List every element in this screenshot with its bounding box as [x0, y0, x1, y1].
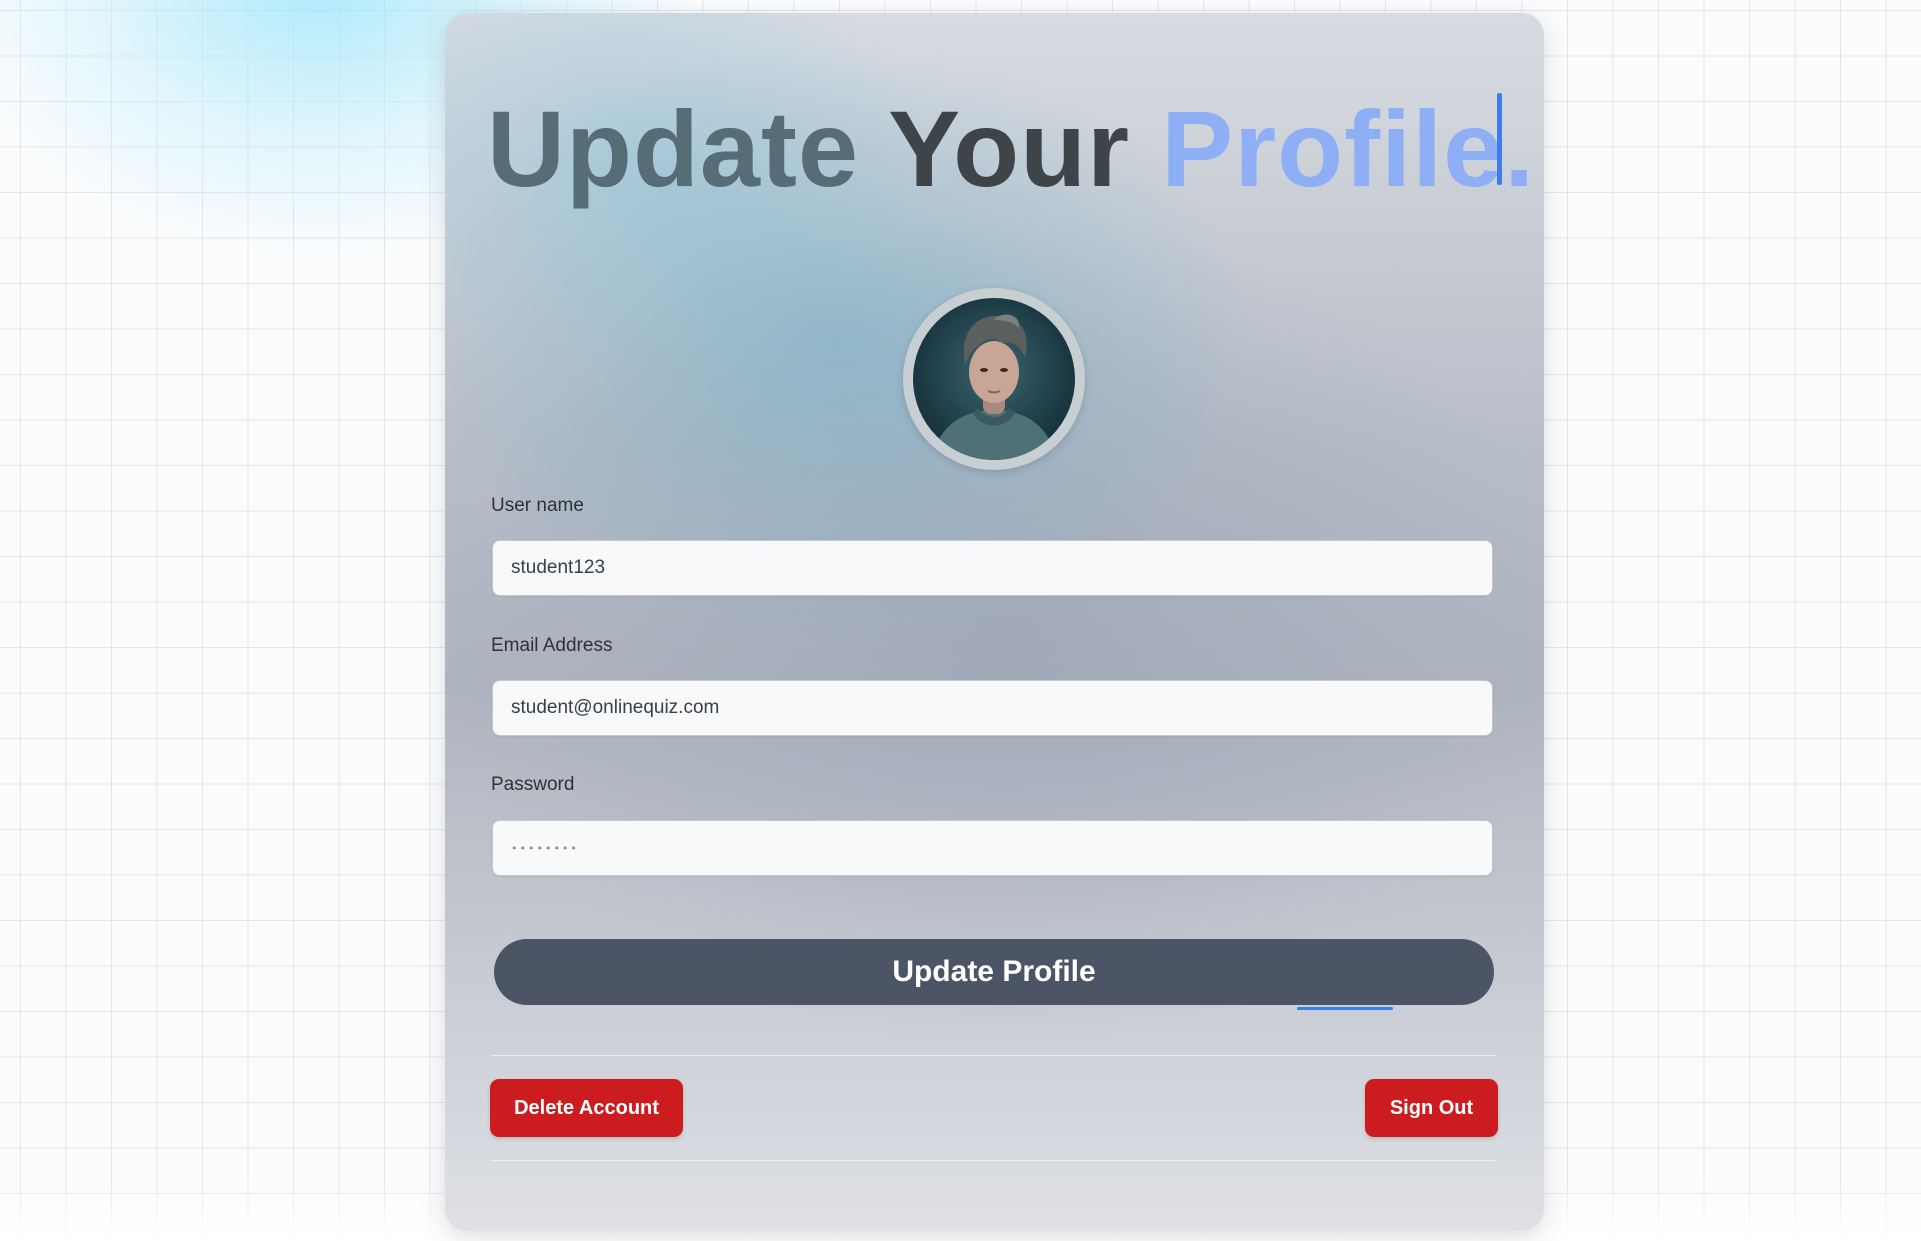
- username-input[interactable]: [492, 540, 1493, 596]
- password-label: Password: [491, 774, 575, 795]
- profile-card: Update Your Profile. User name student12…: [445, 13, 1544, 1231]
- divider-bottom: [491, 1160, 1495, 1161]
- typing-caret: [1497, 93, 1502, 185]
- title-word-update: Update: [487, 88, 860, 209]
- update-profile-button[interactable]: Update Profile: [494, 939, 1494, 1005]
- avatar-image: [913, 298, 1075, 460]
- email-label: Email Address: [491, 635, 613, 656]
- title-word-profile: Profile.: [1161, 88, 1536, 209]
- sign-out-button[interactable]: Sign Out: [1365, 1079, 1498, 1137]
- delete-account-button[interactable]: Delete Account: [490, 1079, 683, 1137]
- divider-top: [491, 1055, 1495, 1056]
- user-avatar-icon: [931, 314, 1057, 460]
- avatar[interactable]: [903, 288, 1085, 470]
- username-label: User name: [491, 495, 584, 516]
- title-word-your: Your: [888, 88, 1131, 209]
- email-input[interactable]: [492, 680, 1493, 736]
- page-title: Update Your Profile.: [487, 95, 1535, 203]
- button-accent-line: [1297, 1007, 1393, 1010]
- password-input[interactable]: [492, 820, 1493, 876]
